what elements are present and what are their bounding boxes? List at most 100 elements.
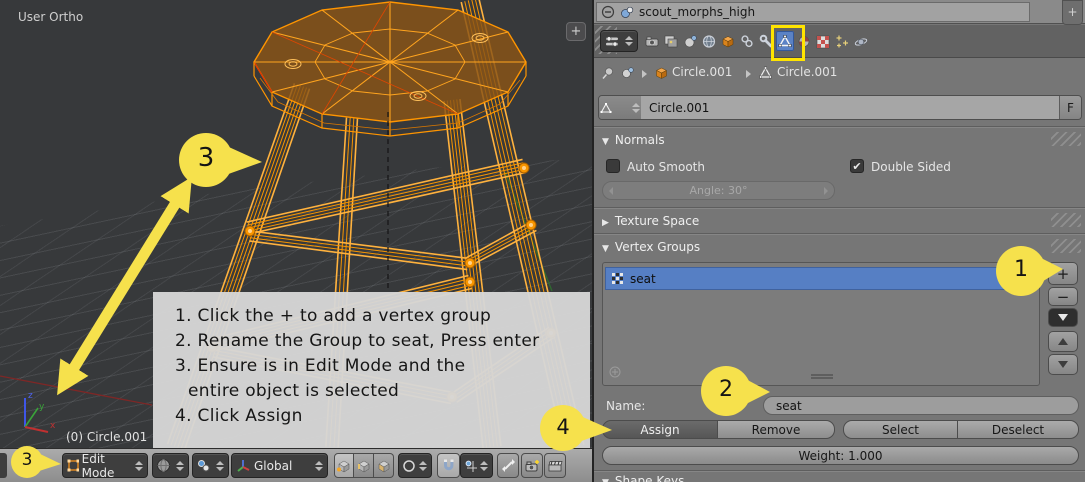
tab-object[interactable] — [719, 31, 737, 51]
manipulator-axes-icon — [237, 459, 250, 472]
edge-select-button[interactable] — [354, 453, 374, 478]
vertex-select-icon — [337, 460, 350, 472]
pivot-point-dropdown[interactable] — [192, 453, 229, 478]
vertex-group-specials-button[interactable] — [1048, 308, 1078, 327]
editor-type-selector[interactable] — [600, 30, 638, 52]
texture-checker-icon — [816, 35, 830, 49]
tab-constraints[interactable] — [738, 31, 756, 51]
pin-icon[interactable] — [600, 65, 616, 81]
move-group-up-button[interactable] — [1048, 331, 1078, 352]
specials-menu-icon — [1058, 313, 1068, 321]
shape-keys-panel-header[interactable]: Shape Keys — [602, 474, 684, 482]
breadcrumb-arrow-icon — [642, 70, 647, 78]
auto-smooth-angle-slider[interactable]: Angle: 30° — [602, 181, 835, 200]
snap-toggle-button[interactable] — [437, 453, 460, 478]
proportional-circle-icon — [403, 459, 415, 472]
double-sided-checkbox[interactable]: ✔ — [850, 159, 864, 173]
clapperboard-icon — [548, 460, 563, 471]
select-button[interactable]: Select — [843, 420, 958, 439]
constraints-link-icon — [741, 35, 753, 48]
panel-separator — [594, 233, 1085, 235]
mode-dropdown-label: Edit Mode — [81, 451, 115, 480]
render-layers-icon — [664, 35, 678, 48]
dropdown-arrows-icon — [135, 460, 144, 471]
vertex-groups-panel-header[interactable]: Vertex Groups — [602, 238, 700, 256]
viewport-shading-dropdown[interactable] — [152, 453, 189, 478]
edge-select-icon — [357, 460, 369, 472]
outliner-item[interactable]: scout_morphs_high — [596, 2, 1030, 22]
tab-world[interactable] — [700, 31, 718, 51]
vertex-group-list[interactable]: seat — [602, 262, 1040, 386]
slider-left-arrow-icon[interactable] — [609, 186, 613, 195]
down-arrow-icon — [1058, 360, 1068, 368]
snap-increment-icon — [465, 460, 477, 472]
add-tab-button[interactable]: + — [1062, 0, 1083, 25]
callout-number: 3 — [21, 450, 33, 470]
instruction-line: 1. Click the + to add a vertex group — [175, 306, 492, 326]
move-group-down-button[interactable] — [1048, 354, 1078, 375]
magnet-icon — [444, 459, 454, 471]
callout-3-toolbar: 3 — [9, 445, 63, 482]
render-camera-icon — [525, 459, 539, 471]
tab-physics[interactable] — [852, 31, 870, 51]
assign-button[interactable]: Assign — [602, 420, 718, 439]
proportional-edit-dropdown[interactable] — [398, 453, 432, 478]
callout-number: 4 — [556, 415, 570, 439]
scene-crumb-icon — [620, 65, 636, 80]
render-icon — [645, 36, 659, 47]
panel-drag-grip[interactable] — [1051, 213, 1081, 227]
datablock-type-selector[interactable] — [599, 96, 641, 119]
up-arrow-icon — [1058, 337, 1068, 345]
breadcrumb-object-name[interactable]: Circle.001 — [672, 65, 732, 79]
collapse-icon[interactable] — [601, 5, 615, 19]
slider-right-arrow-icon[interactable] — [824, 186, 828, 195]
fake-user-button[interactable]: F — [1059, 96, 1081, 119]
tab-texture[interactable] — [814, 31, 832, 51]
manipulate-centers-button[interactable] — [497, 453, 519, 478]
outliner-item-label: scout_morphs_high — [639, 5, 756, 19]
physics-icon — [854, 38, 868, 46]
panel-expand-icon[interactable] — [602, 133, 609, 147]
tab-render-layers[interactable] — [662, 31, 680, 51]
axis-x-label: x — [50, 421, 56, 431]
weight-slider[interactable]: Weight: 1.000 — [602, 446, 1079, 465]
vertex-group-icon — [612, 273, 623, 284]
mode-dropdown[interactable]: Edit Mode — [62, 451, 148, 480]
orientation-label: Global — [254, 458, 293, 473]
dropdown-arrows-icon — [419, 460, 428, 471]
dropdown-arrows-icon — [216, 460, 225, 471]
snap-element-dropdown[interactable] — [460, 453, 493, 478]
list-resize-handle[interactable] — [811, 374, 833, 379]
mesh-crumb-icon — [758, 65, 773, 80]
breadcrumb-data-name[interactable]: Circle.001 — [777, 65, 837, 79]
instruction-line: 2. Rename the Group to seat, Press enter — [175, 331, 540, 351]
panel-drag-grip[interactable] — [1051, 132, 1081, 146]
tab-render[interactable] — [643, 31, 661, 51]
region-expand-button[interactable]: + — [566, 22, 586, 41]
deselect-button[interactable]: Deselect — [958, 420, 1079, 439]
datablock-name-field[interactable]: Circle.001 — [641, 96, 1059, 119]
texture-space-panel-header[interactable]: Texture Space — [602, 212, 699, 230]
tab-particles[interactable] — [833, 31, 851, 51]
viewport-toolbar: Edit Mode Global — [0, 448, 592, 482]
group-name-input[interactable]: seat — [763, 396, 1079, 415]
remove-button[interactable]: Remove — [718, 420, 835, 439]
instruction-line: 3. Ensure is in Edit Mode and the — [175, 356, 466, 376]
auto-smooth-checkbox[interactable] — [606, 159, 620, 173]
transform-orientation-dropdown[interactable]: Global — [231, 453, 328, 478]
panel-expand-icon — [602, 474, 609, 482]
pivot-median-icon — [198, 460, 210, 472]
clipped-menu-button[interactable] — [0, 453, 7, 478]
dropdown-arrows-icon — [315, 460, 324, 471]
dropdown-arrows-icon — [480, 460, 489, 471]
mesh-data-icon — [600, 102, 612, 113]
face-select-button[interactable] — [374, 453, 394, 478]
list-filter-icon[interactable] — [609, 366, 621, 381]
normals-panel-header[interactable]: Normals — [602, 131, 665, 149]
vertex-select-button[interactable] — [334, 453, 354, 478]
tab-scene[interactable] — [681, 31, 699, 51]
vertex-group-list-item[interactable]: seat — [605, 267, 1037, 290]
panel-expand-icon[interactable] — [602, 240, 609, 254]
instruction-overlay: 1. Click the + to add a vertex group 2. … — [153, 292, 590, 448]
panel-expand-icon[interactable] — [602, 214, 609, 228]
